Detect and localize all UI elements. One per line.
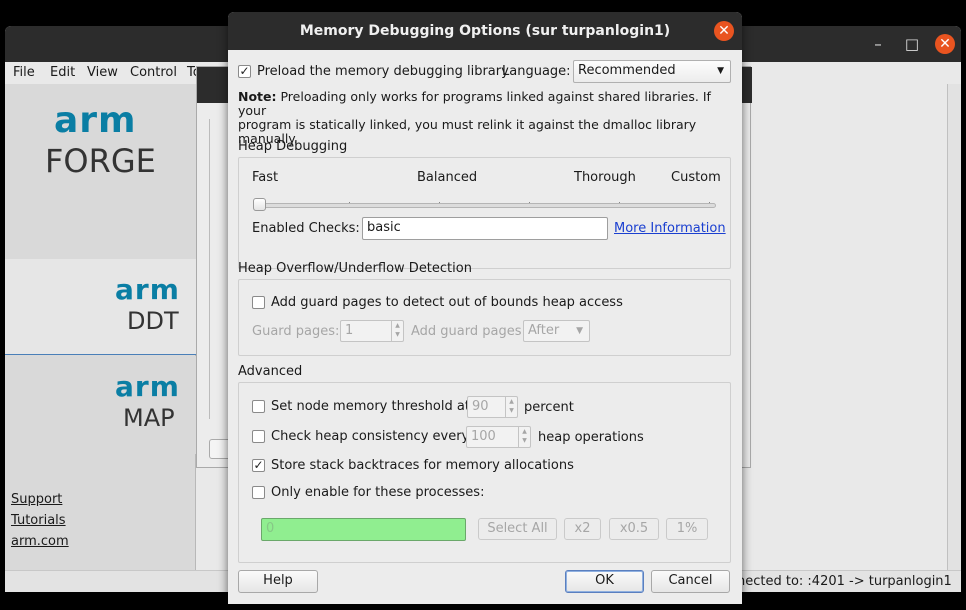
guard-pages-checkbox[interactable] bbox=[252, 296, 265, 309]
arm-com-link[interactable]: arm.com bbox=[11, 534, 69, 549]
language-value: Recommended bbox=[578, 63, 676, 78]
menu-control[interactable]: Control bbox=[130, 65, 177, 80]
tutorials-link[interactable]: Tutorials bbox=[11, 513, 66, 528]
threshold-checkbox[interactable] bbox=[252, 400, 265, 413]
backtrace-checkbox[interactable]: ✓ bbox=[252, 459, 265, 472]
chevron-down-icon: ▼ bbox=[717, 66, 724, 76]
processes-input[interactable]: 0 bbox=[261, 518, 466, 541]
dialog-title: Memory Debugging Options (sur turpanlogi… bbox=[228, 12, 742, 50]
x0-5-button[interactable]: x0.5 bbox=[609, 518, 659, 540]
menu-view[interactable]: View bbox=[87, 65, 118, 80]
consistency-checkbox[interactable] bbox=[252, 430, 265, 443]
add-guard-pages-select[interactable]: After ▼ bbox=[523, 320, 590, 342]
product-name: MAP bbox=[123, 404, 175, 432]
close-icon[interactable]: ✕ bbox=[935, 34, 955, 54]
ok-button[interactable]: OK bbox=[565, 570, 644, 593]
product-name: DDT bbox=[127, 307, 179, 335]
arm-logo: arm bbox=[54, 100, 137, 141]
guard-pages-label: Guard pages: bbox=[252, 324, 340, 339]
chevron-down-icon: ▼ bbox=[576, 326, 583, 336]
language-select[interactable]: Recommended ▼ bbox=[573, 60, 731, 83]
arm-logo: arm bbox=[115, 370, 180, 403]
cancel-button[interactable]: Cancel bbox=[651, 570, 730, 593]
support-link[interactable]: Support bbox=[11, 492, 62, 507]
enabled-checks-input[interactable]: basic bbox=[362, 217, 608, 240]
guard-pages-check-label: Add guard pages to detect out of bounds … bbox=[271, 295, 623, 310]
menu-edit[interactable]: Edit bbox=[50, 65, 75, 80]
heap-debugging-title: Heap Debugging bbox=[238, 139, 348, 154]
main-scrollbar[interactable] bbox=[947, 84, 961, 570]
heap-slider-handle[interactable] bbox=[253, 198, 266, 211]
menu-file[interactable]: File bbox=[13, 65, 35, 80]
heap-slider-track[interactable] bbox=[254, 203, 716, 208]
product-name: FORGE bbox=[45, 142, 156, 180]
language-label: Language: bbox=[502, 64, 571, 79]
processes-checkbox[interactable] bbox=[252, 486, 265, 499]
arm-logo: arm bbox=[115, 273, 180, 306]
overflow-title: Heap Overflow/Underflow Detection bbox=[238, 261, 472, 276]
product-map[interactable]: arm MAP bbox=[5, 356, 196, 454]
product-ddt[interactable]: arm DDT bbox=[5, 259, 196, 355]
consistency-unit: heap operations bbox=[538, 430, 644, 445]
help-button[interactable]: Help bbox=[238, 570, 318, 593]
level-balanced: Balanced bbox=[417, 170, 478, 185]
select-all-button[interactable]: Select All bbox=[478, 518, 557, 540]
heap-debugging-group bbox=[238, 157, 731, 269]
status-text: nected to: :4201 -> turpanlogin1 bbox=[737, 574, 952, 589]
more-information-link[interactable]: More Information bbox=[614, 221, 726, 236]
threshold-label: Set node memory threshold at bbox=[271, 399, 470, 414]
processes-label: Only enable for these processes: bbox=[271, 485, 485, 500]
maximize-icon[interactable]: □ bbox=[900, 26, 924, 62]
add-guard-pages-label: Add guard pages: bbox=[411, 324, 526, 339]
backtrace-label: Store stack backtraces for memory alloca… bbox=[271, 458, 574, 473]
preload-label: Preload the memory debugging library bbox=[257, 64, 509, 79]
one-percent-button[interactable]: 1% bbox=[666, 518, 708, 540]
dialog-close-icon[interactable]: ✕ bbox=[714, 21, 734, 41]
memory-debugging-dialog: Memory Debugging Options (sur turpanlogi… bbox=[228, 12, 742, 604]
advanced-title: Advanced bbox=[238, 364, 303, 379]
guard-pages-spinbox[interactable]: 1 ▲ ▼ bbox=[340, 320, 404, 342]
consistency-label: Check heap consistency every bbox=[271, 429, 470, 444]
consistency-spinbox[interactable]: 100 ▲ ▼ bbox=[466, 426, 531, 448]
minimize-icon[interactable]: – bbox=[866, 26, 890, 62]
enabled-checks-label: Enabled Checks: bbox=[252, 221, 360, 236]
level-fast: Fast bbox=[252, 170, 279, 185]
overflow-group bbox=[238, 279, 731, 356]
threshold-spinbox[interactable]: 90 ▲ ▼ bbox=[467, 396, 518, 418]
level-custom: Custom bbox=[671, 170, 721, 185]
sidebar: arm FORGE arm DDT arm MAP Support Tutori… bbox=[5, 84, 196, 570]
preload-note: Note: Preloading only works for programs… bbox=[238, 89, 711, 146]
threshold-unit: percent bbox=[524, 400, 574, 415]
x2-button[interactable]: x2 bbox=[564, 518, 601, 540]
preload-checkbox[interactable]: ✓ bbox=[238, 65, 251, 78]
product-forge[interactable]: arm FORGE bbox=[5, 84, 196, 259]
level-thorough: Thorough bbox=[574, 170, 636, 185]
